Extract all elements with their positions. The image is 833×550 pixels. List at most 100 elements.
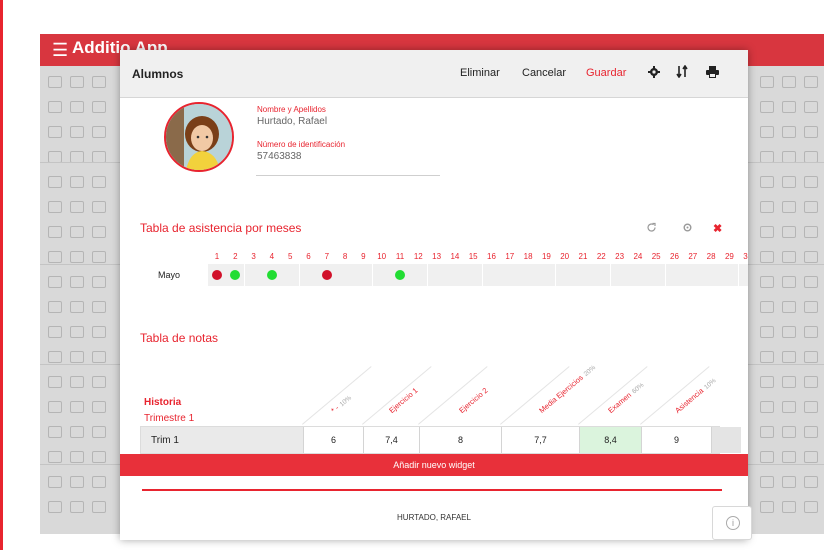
left-edge-bar	[0, 0, 3, 550]
day-number: 5	[287, 252, 293, 261]
attendance-cell[interactable]	[610, 264, 629, 286]
background-icon	[92, 501, 106, 513]
grade-cell[interactable]: 9	[641, 427, 711, 453]
background-icon	[92, 451, 106, 463]
attendance-cell[interactable]	[482, 264, 501, 286]
background-icon	[48, 226, 62, 238]
attendance-cell[interactable]	[683, 264, 702, 286]
attendance-cell[interactable]	[519, 264, 538, 286]
attendance-title: Tabla de asistencia por meses	[140, 221, 302, 235]
grade-cell[interactable]: 7,7	[501, 427, 579, 453]
attendance-cell[interactable]	[354, 264, 373, 286]
background-icon	[760, 126, 774, 138]
attendance-cell[interactable]	[244, 264, 263, 286]
present-mark	[230, 270, 241, 280]
grade-cell[interactable]: 7,4	[363, 427, 419, 453]
attendance-cell[interactable]	[647, 264, 666, 286]
day-number: 7	[324, 252, 330, 261]
grade-column-header: Media Ejercicios20%	[537, 363, 597, 415]
gear-icon[interactable]	[682, 222, 693, 236]
background-icon	[48, 451, 62, 463]
background-icon	[92, 201, 106, 213]
background-icon	[782, 126, 796, 138]
background-icon	[48, 126, 62, 138]
sort-icon[interactable]	[676, 64, 688, 81]
background-icon	[760, 176, 774, 188]
background-icon	[760, 301, 774, 313]
attendance-cell[interactable]	[628, 264, 647, 286]
subject-name: Historia	[144, 397, 182, 408]
footer-student-name: HURTADO, RAFAEL	[397, 513, 471, 522]
attendance-cell[interactable]	[317, 264, 336, 286]
attendance-cell[interactable]	[720, 264, 739, 286]
grade-cell[interactable]: 6	[303, 427, 363, 453]
background-icon	[70, 176, 84, 188]
background-icon	[48, 276, 62, 288]
close-icon[interactable]: ✖	[713, 222, 722, 235]
attendance-cell[interactable]	[409, 264, 428, 286]
cancel-button[interactable]: Cancelar	[522, 67, 566, 79]
attendance-cell[interactable]	[574, 264, 592, 286]
attendance-cell[interactable]	[665, 264, 684, 286]
attendance-row: Mayo	[140, 264, 748, 286]
background-icon	[92, 476, 106, 488]
grade-row: Trim 1 6 7,4 8 7,7 8,4 9	[140, 426, 741, 454]
background-icon	[48, 351, 62, 363]
attendance-cell[interactable]	[299, 264, 318, 286]
attendance-cell[interactable]	[262, 264, 281, 286]
attendance-cell[interactable]	[738, 264, 748, 286]
background-icon	[760, 101, 774, 113]
column-name: * -	[329, 403, 341, 415]
save-button[interactable]: Guardar	[586, 67, 626, 79]
day-number: 28	[706, 252, 716, 261]
grade-cell[interactable]: 8,4	[579, 427, 641, 453]
day-number: 15	[468, 252, 478, 261]
add-widget-button[interactable]: Añadir nuevo widget	[120, 454, 748, 476]
attendance-cell[interactable]	[226, 264, 245, 286]
background-icon	[804, 176, 818, 188]
background-icon	[760, 376, 774, 388]
printer-icon[interactable]	[706, 65, 719, 81]
day-number: 17	[505, 252, 515, 261]
background-icon	[70, 201, 84, 213]
grade-cell[interactable]: 8	[419, 427, 501, 453]
background-icon	[92, 76, 106, 88]
info-button[interactable]: i	[712, 506, 752, 540]
background-icon	[70, 476, 84, 488]
attendance-cell[interactable]	[391, 264, 409, 286]
attendance-cell[interactable]	[464, 264, 483, 286]
background-icon	[782, 251, 796, 263]
day-number: 11	[395, 252, 405, 261]
attendance-cell[interactable]	[500, 264, 519, 286]
attendance-cell[interactable]	[702, 264, 721, 286]
attendance-cell[interactable]	[555, 264, 574, 286]
attendance-cell[interactable]	[372, 264, 391, 286]
attendance-cell[interactable]	[208, 264, 226, 286]
background-icon	[48, 251, 62, 263]
attendance-cell[interactable]	[336, 264, 355, 286]
hamburger-menu-icon[interactable]: ☰	[52, 40, 68, 61]
attendance-cell[interactable]	[445, 264, 464, 286]
grades-title: Tabla de notas	[140, 331, 219, 345]
background-icon	[760, 401, 774, 413]
id-value[interactable]: 57463838	[257, 151, 302, 162]
day-number: 30	[743, 252, 748, 261]
background-icon	[804, 301, 818, 313]
background-icon	[92, 126, 106, 138]
id-label: Número de identificación	[257, 140, 346, 149]
refresh-icon[interactable]	[646, 222, 657, 236]
day-number: 23	[615, 252, 625, 261]
grade-cell[interactable]	[711, 427, 741, 453]
gear-icon[interactable]	[648, 65, 660, 81]
day-number: 4	[269, 252, 275, 261]
attendance-cell[interactable]	[537, 264, 556, 286]
grade-column-header: Asistencia10%	[673, 376, 717, 415]
delete-button[interactable]: Eliminar	[460, 67, 500, 79]
attendance-cell[interactable]	[592, 264, 611, 286]
grade-column-header: Ejercicio 2	[457, 386, 489, 415]
attendance-cell[interactable]	[427, 264, 446, 286]
attendance-cell[interactable]	[281, 264, 300, 286]
name-value[interactable]: Hurtado, Rafael	[257, 116, 327, 127]
present-mark	[395, 270, 405, 280]
background-icon	[760, 201, 774, 213]
